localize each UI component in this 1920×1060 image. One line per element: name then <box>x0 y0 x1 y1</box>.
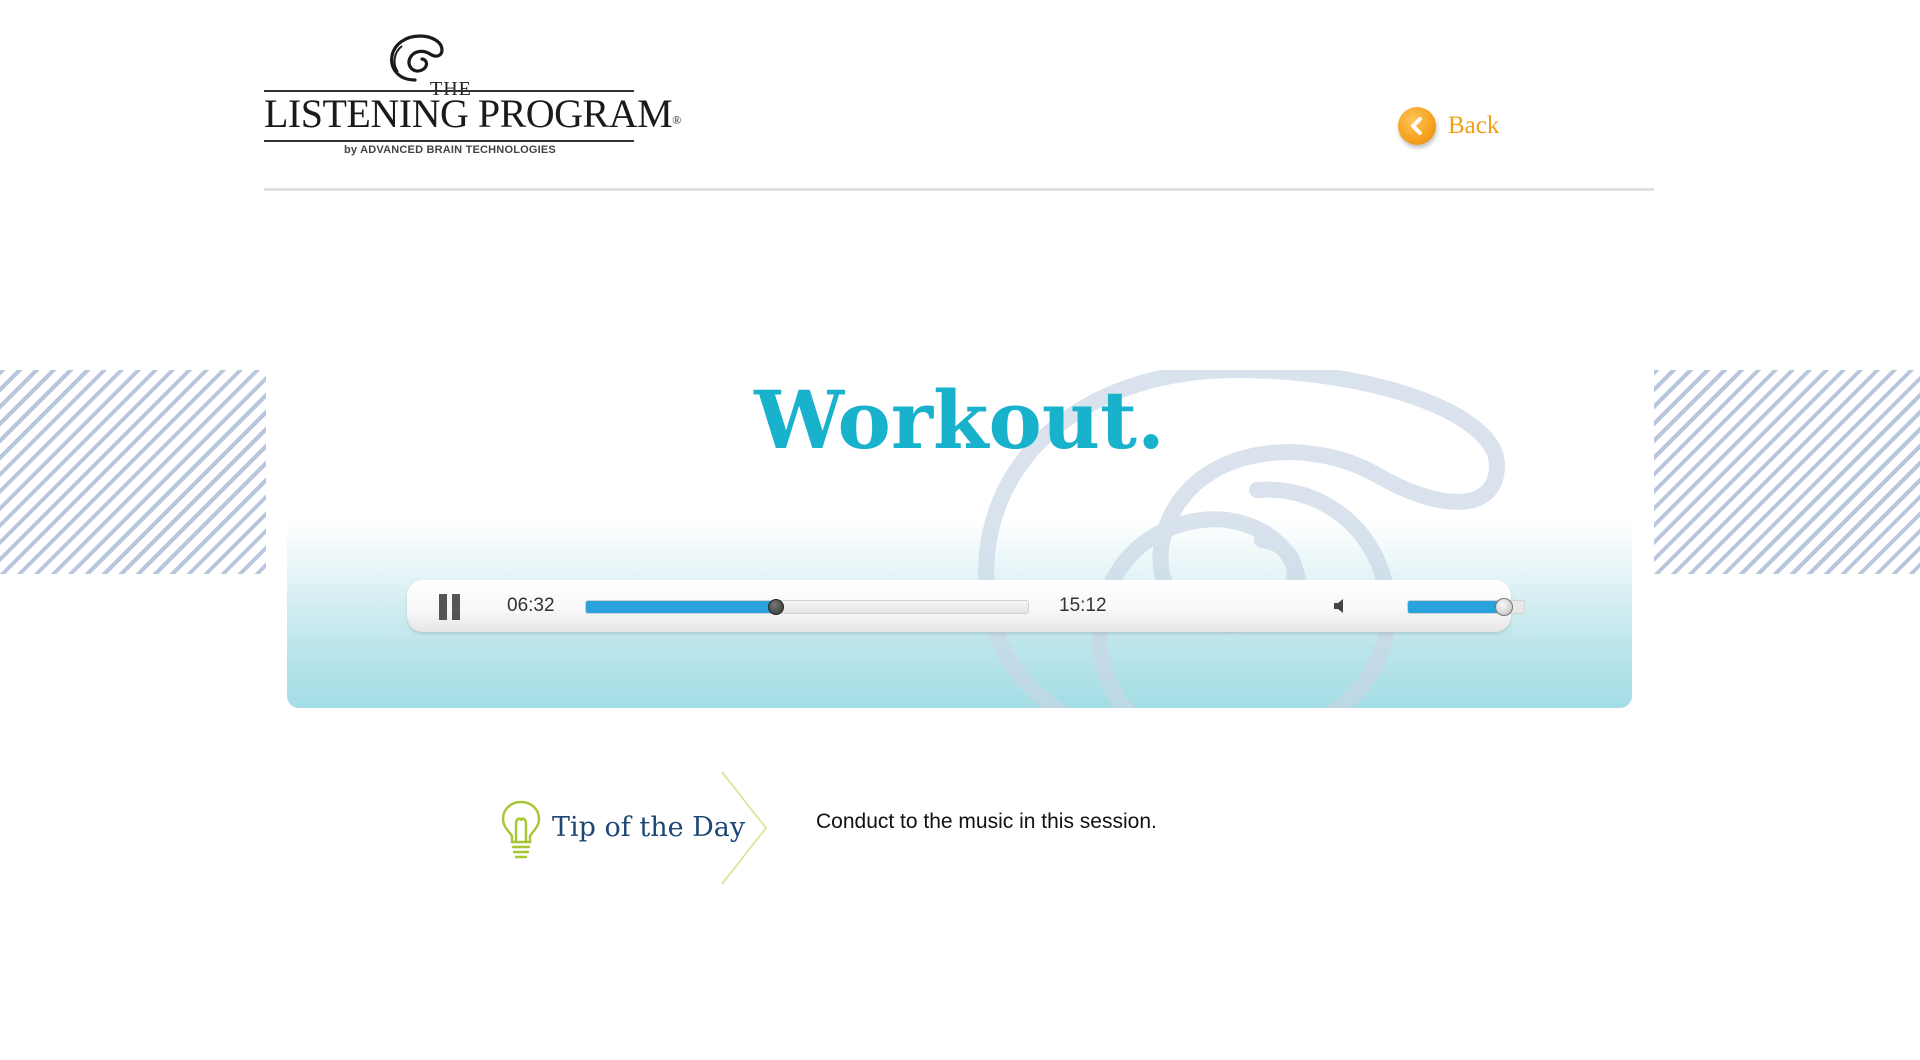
logo-name-text: LISTENING PROGRAM <box>264 91 673 136</box>
logo: THE LISTENING PROGRAM® by ADVANCED BRAIN… <box>264 30 681 160</box>
volume-handle[interactable] <box>1495 598 1514 616</box>
volume-slider[interactable] <box>1407 598 1525 616</box>
session-title: Workout. <box>754 373 1165 467</box>
header-divider <box>264 188 1654 191</box>
tip-title: Tip of the Day <box>552 812 746 843</box>
stripe-band-right <box>1654 370 1920 574</box>
seek-bar-fill <box>586 601 777 613</box>
logo-byline: by ADVANCED BRAIN TECHNOLOGIES <box>344 144 556 156</box>
volume-slider-fill <box>1408 601 1505 613</box>
pause-icon-bar-left <box>439 594 447 620</box>
logo-name: LISTENING PROGRAM® <box>264 90 681 138</box>
seek-handle[interactable] <box>768 599 785 615</box>
chevron-left-circle-icon <box>1398 107 1436 145</box>
tip-of-the-day: Tip of the Day Conduct to the music in t… <box>496 770 1296 890</box>
logo-registered-mark: ® <box>672 113 681 127</box>
stripe-band-left <box>0 370 266 574</box>
speaker-icon[interactable] <box>1331 596 1351 616</box>
session-hero: Workout. 06:32 15:12 <box>287 370 1632 708</box>
back-label: Back <box>1448 112 1500 139</box>
pause-button[interactable] <box>439 594 461 620</box>
seek-bar[interactable] <box>585 599 1029 615</box>
hero-title-wrap: Workout. <box>287 370 1632 520</box>
audio-player: 06:32 15:12 <box>407 580 1525 632</box>
back-button[interactable]: Back <box>1398 104 1499 148</box>
pause-icon-bar-right <box>452 594 460 620</box>
page: THE LISTENING PROGRAM® by ADVANCED BRAIN… <box>0 0 1920 1060</box>
tip-text: Conduct to the music in this session. <box>816 810 1157 833</box>
lightbulb-icon <box>501 800 541 859</box>
chevron-divider-icon <box>721 771 768 885</box>
total-time: 15:12 <box>1059 595 1107 616</box>
current-time: 06:32 <box>507 595 555 616</box>
